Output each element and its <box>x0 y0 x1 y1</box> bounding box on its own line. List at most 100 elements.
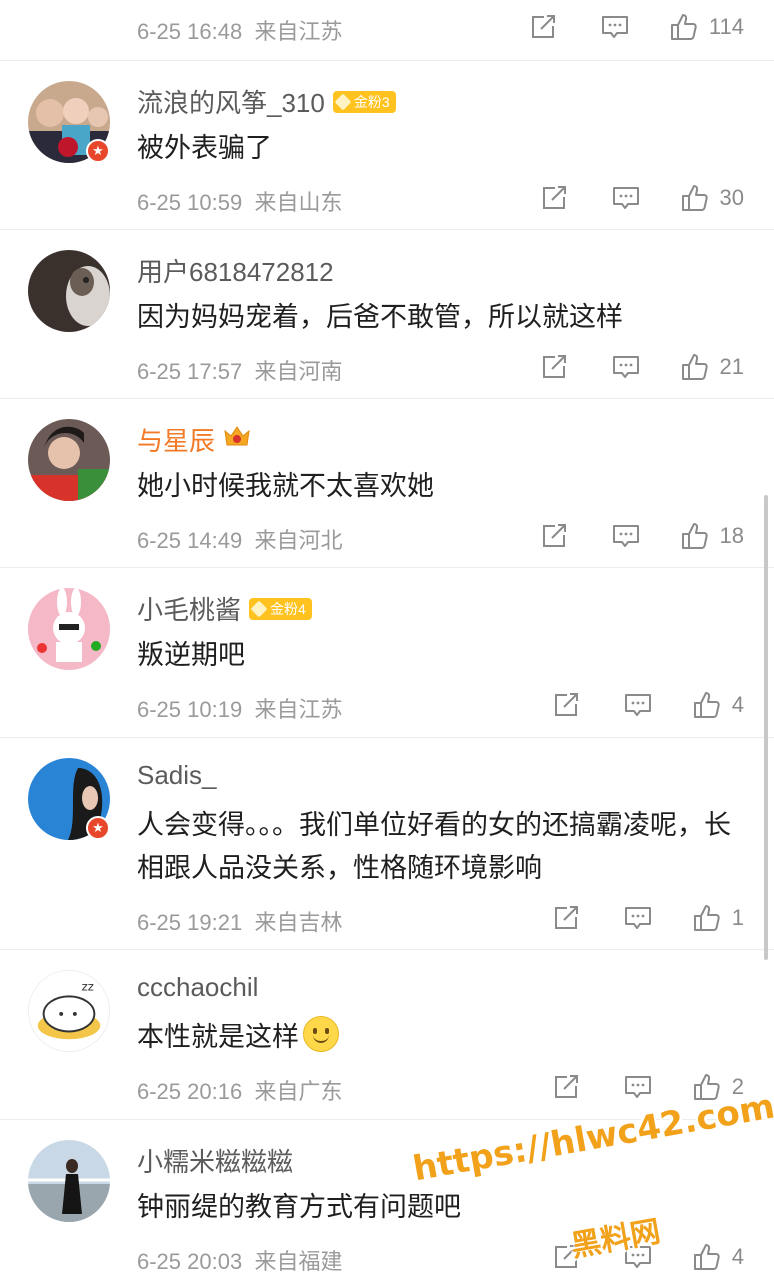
comment-source: 来自吉林 <box>254 910 343 935</box>
comment-source: 来自河北 <box>254 528 343 553</box>
avatar[interactable]: zz <box>28 970 110 1052</box>
username-text: 与星辰 <box>137 426 216 456</box>
comment-icon <box>612 187 639 209</box>
like-button[interactable]: 114 <box>669 12 744 42</box>
comment-item: 与星辰 她小时候我就不太喜欢她 6-25 14:49 来自河北 18 <box>0 398 774 568</box>
comment-source: 来自江苏 <box>254 19 343 44</box>
comment-text-content: 本性就是这样 <box>137 1022 299 1052</box>
comment-icon <box>624 907 651 929</box>
thumbs-up-icon <box>693 692 720 718</box>
share-icon <box>554 1075 578 1098</box>
username[interactable]: 小糯米糍糍糍 <box>137 1142 293 1179</box>
like-button[interactable]: 30 <box>680 183 744 213</box>
username-text: 流浪的风筝_310 <box>137 88 325 118</box>
fan-level-badge: 金粉4 <box>249 597 312 620</box>
comment-time: 6-25 16:48 <box>137 19 243 44</box>
share-icon <box>554 906 578 929</box>
thumbs-up-icon <box>681 523 708 549</box>
gem-icon <box>334 93 352 110</box>
username-text: 小糯米糍糍糍 <box>137 1147 294 1177</box>
like-count: 18 <box>719 523 744 548</box>
comment-text: 本性就是这样 <box>137 1016 737 1059</box>
comment-item: zz ccchaochil 本性就是这样 6-25 20:16 来自广东 2 <box>0 949 774 1120</box>
like-count: 4 <box>731 692 744 717</box>
comment-source: 来自山东 <box>254 190 343 215</box>
share-button[interactable] <box>540 184 568 212</box>
fan-level-text: 金粉3 <box>353 93 390 110</box>
svg-text:zz: zz <box>82 980 94 994</box>
share-button[interactable] <box>552 691 580 719</box>
comment-text: 叛逆期吧 <box>137 640 245 670</box>
scrollbar[interactable] <box>764 495 768 960</box>
username[interactable]: 小毛桃酱 金粉4 <box>137 590 312 627</box>
comment-actions: 18 <box>540 521 744 551</box>
comment-meta: 6-25 17:57 来自河南 <box>137 354 342 386</box>
comment-time: 6-25 19:21 <box>137 910 243 935</box>
avatar[interactable] <box>28 1140 110 1222</box>
share-button[interactable] <box>552 904 580 932</box>
comment-meta: 6-25 20:03 来自福建 <box>137 1244 342 1276</box>
comment-actions: 21 <box>540 352 744 382</box>
comment-actions: 1 <box>552 903 744 933</box>
username[interactable]: 与星辰 <box>137 421 251 458</box>
thumbs-up-icon <box>681 354 708 380</box>
comment-button[interactable] <box>612 185 640 211</box>
prev-comment-meta-row: 6-25 16:48 来自江苏 114 <box>0 0 774 56</box>
comment-time: 6-25 10:19 <box>137 697 243 722</box>
share-button[interactable] <box>529 13 557 41</box>
share-button[interactable] <box>540 522 568 550</box>
comment-time: 6-25 20:16 <box>137 1079 243 1104</box>
like-count: 114 <box>708 14 744 39</box>
comment-icon <box>612 525 639 547</box>
like-button[interactable]: 1 <box>692 903 744 933</box>
comment-text: 人会变得。。。我们单位好看的女的还搞霸凌呢，长相跟人品没关系，性格随环境影响 <box>137 810 731 883</box>
comment-meta: 6-25 19:21 来自吉林 <box>137 905 342 937</box>
comment-meta: 6-25 20:16 来自广东 <box>137 1074 342 1106</box>
comment-actions: 30 <box>540 183 744 213</box>
avatar[interactable] <box>28 250 110 332</box>
thumbs-up-icon <box>681 185 708 211</box>
comment-meta: 6-25 16:48 来自江苏 <box>137 14 342 46</box>
comment-meta: 6-25 10:59 来自山东 <box>137 185 342 217</box>
username[interactable]: ccchaochil <box>137 972 258 1003</box>
comment-source: 来自江苏 <box>254 697 343 722</box>
share-button[interactable] <box>552 1073 580 1101</box>
share-button[interactable] <box>540 353 568 381</box>
like-count: 4 <box>731 1244 744 1269</box>
comment-button[interactable] <box>624 1074 652 1100</box>
like-count: 1 <box>731 905 744 930</box>
like-button[interactable]: 4 <box>692 1242 744 1272</box>
like-button[interactable]: 4 <box>692 690 744 720</box>
comment-time: 6-25 14:49 <box>137 528 243 553</box>
comment-text: 她小时候我就不太喜欢她 <box>137 471 434 501</box>
comment-button[interactable] <box>612 523 640 549</box>
comment-source: 来自广东 <box>254 1079 343 1104</box>
comment-button[interactable] <box>624 692 652 718</box>
comment-time: 6-25 17:57 <box>137 359 243 384</box>
comment-icon <box>601 16 628 38</box>
comment-meta: 6-25 14:49 来自河北 <box>137 523 342 555</box>
comment-item: 用户6818472812 因为妈妈宠着，后爸不敢管，所以就这样 6-25 17:… <box>0 229 774 399</box>
comment-text: 被外表骗了 <box>137 133 272 163</box>
comment-time: 6-25 20:03 <box>137 1249 243 1274</box>
comment-actions: 4 <box>552 690 744 720</box>
avatar[interactable] <box>28 588 110 670</box>
verified-badge-icon: ★ <box>86 139 110 163</box>
comment-meta: 6-25 10:19 来自江苏 <box>137 692 342 724</box>
like-button[interactable]: 21 <box>680 352 744 382</box>
comment-actions: 114 <box>529 12 744 42</box>
comment-icon <box>624 1076 651 1098</box>
like-button[interactable]: 18 <box>680 521 744 551</box>
gem-icon <box>250 600 268 617</box>
comment-button[interactable] <box>601 14 629 40</box>
username[interactable]: 用户6818472812 <box>137 252 334 289</box>
comment-button[interactable] <box>612 354 640 380</box>
comment-icon <box>624 694 651 716</box>
username[interactable]: Sadis_ <box>137 760 217 791</box>
comment-button[interactable] <box>624 905 652 931</box>
username[interactable]: 流浪的风筝_310 金粉3 <box>137 83 396 120</box>
comment-icon <box>612 356 639 378</box>
comment-text: 因为妈妈宠着，后爸不敢管，所以就这样 <box>137 302 623 332</box>
username-text: Sadis_ <box>137 760 217 790</box>
avatar[interactable] <box>28 419 110 501</box>
